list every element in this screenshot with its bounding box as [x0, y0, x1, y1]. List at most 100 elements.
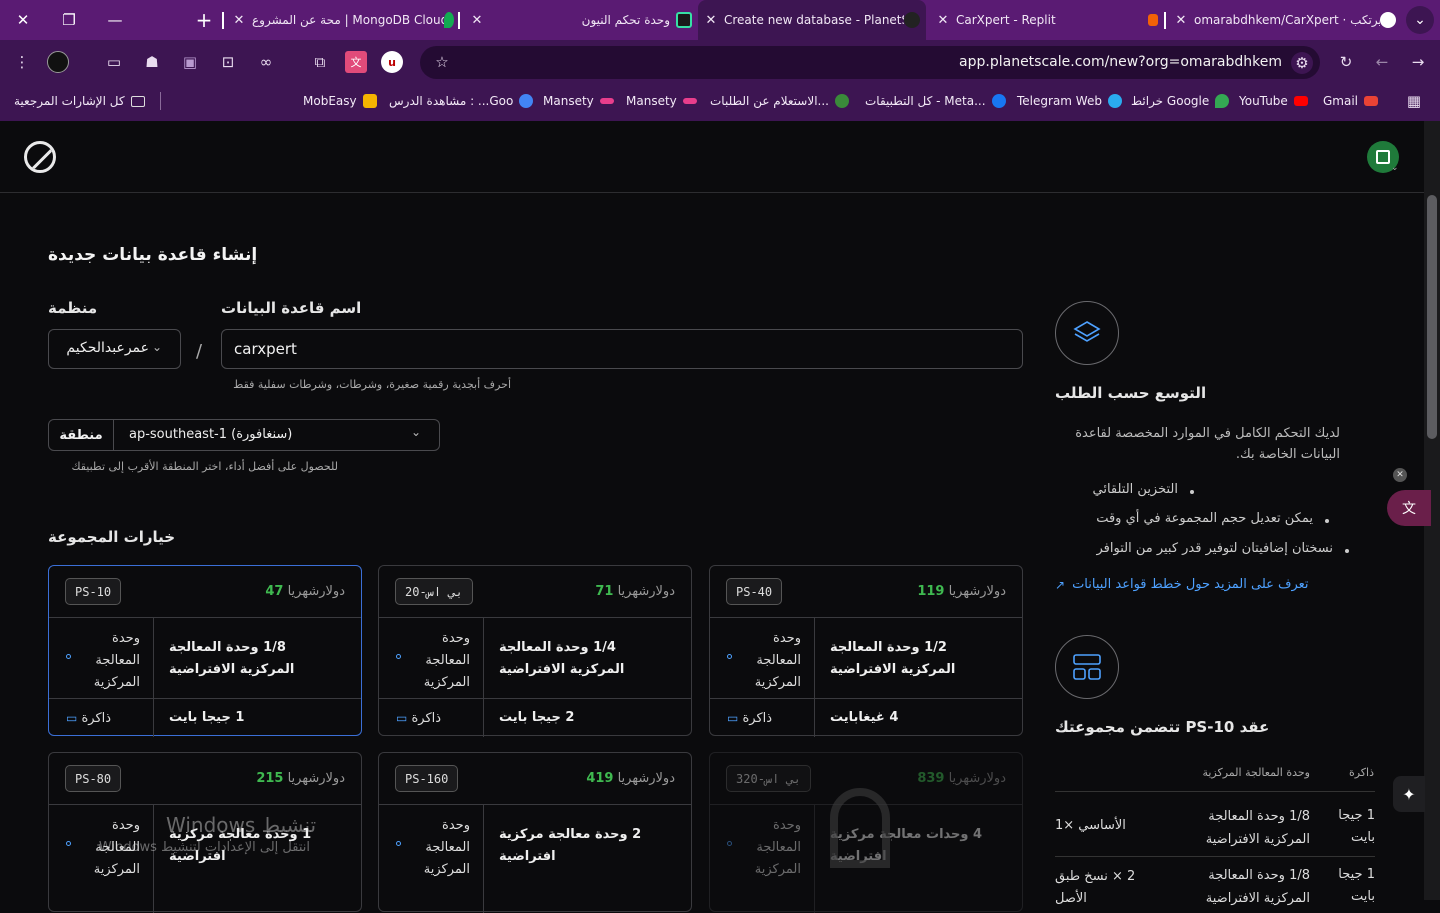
- window-restore-button[interactable]: ❐: [46, 0, 92, 40]
- close-icon[interactable]: ✕: [1174, 13, 1188, 28]
- bookmark-label: Mansety: [626, 94, 677, 108]
- cluster-grid-icon: [1055, 635, 1119, 699]
- memory-label: ذاكرة ▭: [66, 707, 146, 730]
- bookmark-label: خرائط Google: [1131, 94, 1210, 108]
- translate-icon[interactable]: ▣: [179, 51, 201, 73]
- region-value: ap-southeast-1 (سنغافورة): [129, 427, 293, 442]
- bookmark-gmail[interactable]: Gmail: [1323, 91, 1379, 111]
- row2-cpu: 1/8 وحدة المعالجة المركزية الافتراضية: [1205, 868, 1310, 906]
- reload-icon[interactable]: ↻: [1335, 51, 1357, 73]
- memory-label: ذاكرة ▭: [396, 707, 476, 730]
- cpu-label: وحدة المعالجة المركزية: [423, 631, 470, 690]
- cpu-value: 2 وحدة معالجة مركزية افتراضية: [499, 827, 642, 864]
- price-value: 419: [586, 771, 614, 786]
- cluster-size-badge: PS-80: [65, 765, 122, 792]
- scale-title: التوسع حسب الطلب: [1055, 384, 1207, 402]
- link-icon[interactable]: ∞: [255, 51, 277, 73]
- bookmark-meta[interactable]: كل التطبيقات - Meta...: [865, 91, 1006, 111]
- ublock-icon[interactable]: u: [381, 51, 403, 73]
- window-close-button[interactable]: ✕: [0, 0, 46, 40]
- tab-search-button[interactable]: ⌄: [1406, 6, 1434, 34]
- cluster-card-1[interactable]: PS-10 دولارشهريا 47 وحدة المعالجة المركز…: [48, 565, 362, 737]
- close-icon[interactable]: ✕: [936, 13, 950, 28]
- card-price: دولارشهريا 215: [256, 771, 345, 786]
- url-text[interactable]: app.planetscale.com/new?org=omarabdhkem: [900, 54, 1282, 70]
- avatar-icon: [1376, 150, 1390, 164]
- tab-replit[interactable]: ✕ CarXpert - Replit: [936, 0, 1158, 40]
- cluster-options-title: خيارات المجموعة: [48, 528, 176, 546]
- incognito-icon[interactable]: ☗: [141, 51, 163, 73]
- bookmark-label: Gmail: [1323, 94, 1359, 108]
- db-name-value: carxpert: [234, 340, 297, 358]
- lock-icon: [830, 788, 890, 868]
- menu-icon[interactable]: ⋮: [11, 51, 33, 73]
- tab-github[interactable]: ✕ omarabdhkem/CarXpert · يرتكب: [1174, 0, 1396, 40]
- planetscale-logo[interactable]: [24, 141, 56, 173]
- card-price: دولارشهريا 419: [586, 771, 675, 786]
- query-icon: [835, 94, 849, 108]
- translate-widget-button[interactable]: 文: [1387, 490, 1431, 526]
- bookmark-maps[interactable]: خرائط Google: [1131, 91, 1230, 111]
- bookmark-youtube[interactable]: YouTube: [1239, 91, 1308, 111]
- scrollbar-thumb[interactable]: [1427, 195, 1437, 439]
- cpu-dot-icon: [727, 841, 732, 846]
- price-unit: دولارشهريا: [948, 771, 1006, 786]
- price-value: 119: [917, 584, 945, 599]
- tab-planetscale[interactable]: ✕ Create new database - PlanetScale: [698, 0, 926, 40]
- close-icon[interactable]: ✕: [470, 13, 484, 28]
- region-select[interactable]: منطقة ap-southeast-1 (سنغافورة) ⌄: [48, 419, 440, 451]
- tab-title: وحدة تحكم النيون: [581, 13, 670, 27]
- cluster-card-5[interactable]: PS-160 دولارشهريا 419 وحدة المعالجة المر…: [378, 752, 692, 913]
- bookmark-mobeasy[interactable]: MobEasy: [303, 91, 377, 111]
- github-icon: [1380, 12, 1396, 28]
- cpu-dot-icon: [396, 654, 401, 659]
- site-settings-icon[interactable]: ⚙: [1291, 52, 1313, 74]
- apps-grid-icon[interactable]: ▦: [1403, 90, 1425, 112]
- price-value: 71: [595, 584, 614, 599]
- window-minimize-button[interactable]: —: [92, 0, 138, 40]
- all-bookmarks[interactable]: كل الإشارات المرجعية: [14, 91, 145, 111]
- profile-avatar[interactable]: [47, 51, 69, 73]
- chevron-down-icon[interactable]: ⌄: [1391, 163, 1399, 173]
- cpu-value: 1/2 وحدة المعالجة المركزية الافتراضية: [830, 640, 956, 677]
- memory-value: 1 جيجا بايت: [169, 710, 245, 725]
- close-icon[interactable]: ✕: [704, 13, 718, 28]
- replit-icon: [1148, 14, 1158, 26]
- bookmark-query[interactable]: الاستعلام عن الطلبات...: [710, 91, 849, 111]
- learn-more-link[interactable]: تعرف على المزيد حول خطط قواعد البيانات ↗: [1055, 577, 1309, 592]
- tab-mongodb[interactable]: ✕ محة عن المشروع | MongoDB Cloud: [232, 0, 454, 40]
- new-tab-button[interactable]: +: [182, 0, 226, 40]
- cluster-size-badge: بي اس-320: [726, 765, 812, 792]
- memory-value: 4 غيغابايت: [830, 710, 899, 725]
- cluster-card-2[interactable]: بي اس-20 دولارشهريا 71 وحدة المعالجة الم…: [378, 565, 692, 737]
- card-price: دولارشهريا 839: [917, 771, 1006, 786]
- ai-sparkle-button[interactable]: ✦: [1393, 776, 1425, 812]
- back-icon[interactable]: →: [1407, 51, 1429, 73]
- cluster-card-3[interactable]: PS-40 دولارشهريا 119 وحدة المعالجة المرك…: [709, 565, 1023, 737]
- extensions-icon[interactable]: ⧉: [309, 51, 331, 73]
- db-name-input[interactable]: carxpert: [221, 329, 1023, 369]
- bookmark-google[interactable]: مشاهدة الدرس : ...Goo: [389, 91, 534, 111]
- screenshot-icon[interactable]: ⊡: [217, 51, 239, 73]
- tab-title: CarXpert - Replit: [956, 13, 1056, 27]
- bookmark-label: كل الإشارات المرجعية: [14, 94, 125, 108]
- reading-list-icon[interactable]: ▭: [103, 51, 125, 73]
- close-icon[interactable]: ✕: [232, 13, 246, 28]
- neon-icon: [676, 12, 692, 28]
- bookmark-mansety-1[interactable]: Mansety: [543, 91, 614, 111]
- translator-extension-icon[interactable]: 文: [345, 51, 367, 73]
- bookmark-mansety-2[interactable]: Mansety: [626, 91, 697, 111]
- org-value: عمرعبدالحكيم: [66, 340, 149, 356]
- close-icon[interactable]: ✕: [1393, 468, 1407, 482]
- maps-icon: [1215, 94, 1230, 108]
- bookmark-telegram[interactable]: Telegram Web: [1017, 91, 1122, 111]
- cpu-dot-icon: [396, 841, 401, 846]
- card-price: دولارشهريا 119: [917, 584, 1006, 599]
- org-select[interactable]: ⌄ عمرعبدالحكيم: [48, 329, 181, 369]
- scale-description: لديك التحكم الكامل في الموارد المخصصة لق…: [1075, 426, 1340, 462]
- bookmark-star-icon[interactable]: ☆: [431, 51, 453, 73]
- row1-cpu: 1/8 وحدة المعالجة المركزية الافتراضية: [1205, 809, 1310, 847]
- cluster-card-6: بي اس-320 دولارشهريا 839 وحدة المعالجة ا…: [709, 752, 1023, 913]
- tab-neon[interactable]: ✕ وحدة تحكم النيون: [470, 0, 692, 40]
- tab-title: Create new database - PlanetScale: [724, 13, 904, 27]
